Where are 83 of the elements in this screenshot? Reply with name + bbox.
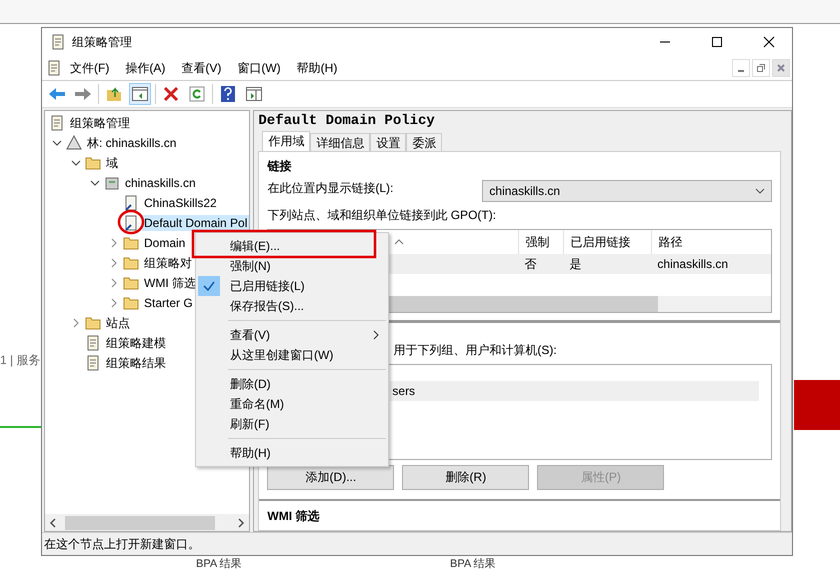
annotation-circle — [118, 210, 144, 234]
column-heading: BPA 结果 — [450, 557, 496, 571]
field-label: 下列站点、域和组织单位链接到此 GPO(T): — [267, 207, 496, 224]
window-title: 组策略管理 — [72, 34, 133, 50]
menu-item[interactable]: 帮助(H) — [230, 444, 388, 462]
tree-item[interactable]: 域 — [104, 154, 120, 172]
menu-item[interactable]: 从这里创建窗口(W) — [230, 346, 388, 364]
check-icon — [203, 281, 215, 291]
column-heading: BPA 结果 — [196, 557, 242, 571]
server-icon — [104, 175, 120, 191]
menu-item[interactable]: 帮助(H) — [288, 60, 346, 76]
menu-item[interactable]: 查看(V) — [173, 60, 230, 76]
console-tree-button[interactable] — [129, 83, 151, 105]
folder-icon — [85, 315, 101, 331]
tree-item[interactable]: chinaskills.cn — [123, 175, 198, 191]
tree-item[interactable]: 组策略对 — [142, 254, 194, 272]
menu-item[interactable]: 编辑(E)... — [230, 238, 388, 254]
section-heading: 链接 — [267, 158, 292, 175]
column-header[interactable]: 强制 — [525, 234, 550, 250]
maximize-icon — [711, 36, 723, 48]
tree-item[interactable]: 组策略管理 — [68, 114, 132, 132]
table-cell: chinaskills.cn — [657, 257, 728, 271]
tab[interactable]: 作用域 — [262, 131, 310, 152]
document-icon — [50, 34, 66, 50]
menu-item[interactable]: 删除(D) — [230, 376, 388, 392]
tree-item[interactable]: Starter G — [142, 295, 195, 311]
tab[interactable]: 设置 — [370, 133, 406, 152]
triangle-icon — [66, 135, 82, 151]
menu-item[interactable]: 保存报告(S)... — [230, 298, 388, 314]
location-dropdown[interactable]: chinaskills.cn — [482, 180, 772, 202]
menu-item[interactable]: 窗口(W) — [229, 60, 289, 76]
section-heading: WMI 筛选 — [267, 508, 320, 525]
menu-item[interactable]: 重命名(M) — [230, 396, 388, 412]
folder-icon — [123, 255, 139, 271]
document-icon — [46, 60, 62, 76]
document-icon — [49, 115, 65, 131]
document-icon — [85, 355, 101, 371]
list-item[interactable]: sers — [390, 381, 760, 401]
scroll-right-icon[interactable] — [237, 518, 246, 528]
menu-item[interactable]: 查看(V) — [230, 326, 372, 344]
policy-title: Default Domain Policy — [258, 113, 436, 131]
tree-item[interactable]: 林: chinaskills.cn — [85, 134, 178, 152]
tab[interactable]: 委派 — [406, 133, 442, 152]
action-button[interactable]: 删除(R) — [402, 465, 530, 490]
tree-item[interactable]: Default Domain Pol — [142, 215, 250, 231]
tree-item[interactable]: ChinaSkills22 — [142, 195, 219, 211]
scroll-left-icon[interactable] — [49, 518, 57, 528]
tree-item[interactable]: Domain — [142, 235, 188, 251]
close-icon — [777, 64, 785, 72]
menu-item[interactable]: 操作(A) — [117, 60, 174, 76]
status-bar: 在这个节点上打开新建窗口。 — [42, 532, 792, 555]
menu-item[interactable]: 刷新(F) — [230, 416, 388, 432]
folder-icon — [123, 235, 139, 251]
document-shortcut-icon — [123, 195, 139, 211]
restore-icon — [757, 64, 765, 72]
status-block — [794, 380, 840, 430]
tree-item[interactable]: 站点 — [104, 314, 132, 332]
menu-item[interactable]: 文件(F) — [62, 60, 118, 76]
scrollbar-thumb[interactable] — [65, 516, 215, 530]
column-header[interactable]: 已启用链接 — [570, 234, 630, 250]
minimize-button[interactable] — [732, 59, 750, 77]
menu-item[interactable]: 已启用链接(L) — [230, 278, 388, 294]
field-label: 用于下列组、用户和计算机(S): — [393, 342, 557, 359]
document-icon — [85, 335, 101, 351]
sort-caret-icon — [394, 239, 404, 245]
tree-item[interactable]: 组策略结果 — [104, 354, 168, 372]
menu-item[interactable]: 强制(N) — [230, 258, 388, 274]
tree-item[interactable]: 组策略建模 — [104, 334, 168, 352]
close-icon — [763, 36, 775, 48]
folder-icon — [85, 155, 101, 171]
action-button[interactable]: 添加(D)... — [267, 465, 394, 490]
folder-icon — [123, 275, 139, 291]
column-header[interactable]: 路径 — [658, 234, 682, 250]
table-cell: 是 — [569, 256, 582, 272]
chevron-down-icon — [755, 188, 766, 194]
side-label: 1 | 服务 — [0, 352, 40, 369]
table-cell: 否 — [524, 256, 536, 272]
tab[interactable]: 详细信息 — [310, 133, 370, 152]
tree-item[interactable]: WMI 筛选 — [142, 274, 198, 292]
document-shortcut-icon — [123, 215, 139, 231]
restore-button[interactable] — [752, 59, 770, 77]
folder-icon — [123, 295, 139, 311]
field-label: 在此位置内显示链接(L): — [267, 180, 394, 197]
